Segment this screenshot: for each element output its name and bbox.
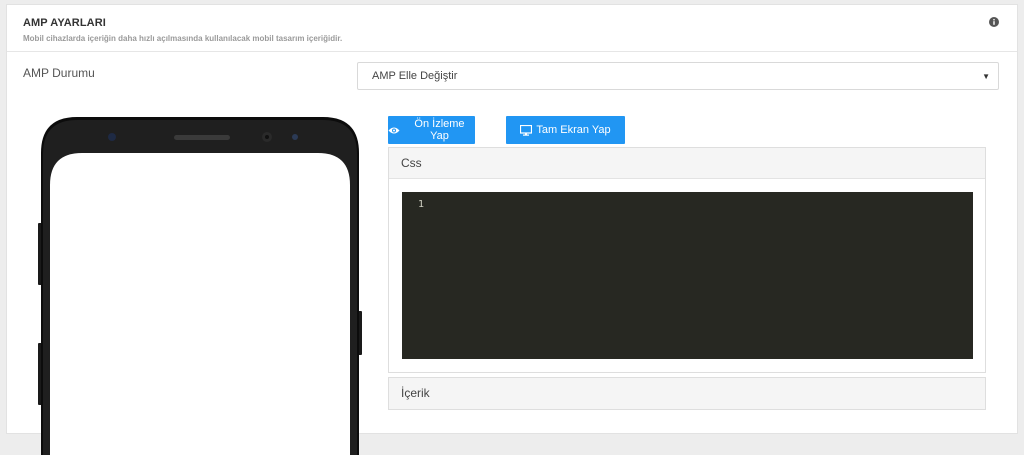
preview-button-label: Ön İzleme Yap (414, 118, 465, 142)
amp-settings-panel: AMP AYARLARI Mobil cihazlarda içeriğin d… (6, 4, 1018, 455)
page-title: AMP AYARLARI (23, 17, 106, 29)
panel-header: AMP AYARLARI Mobil cihazlarda içeriğin d… (7, 5, 1017, 52)
css-panel: Css 1 (388, 147, 986, 373)
chevron-down-icon: ▼ (982, 72, 990, 81)
amp-status-select[interactable]: AMP Elle Değiştir ▼ (357, 62, 999, 90)
content-panel-title: İçerik (401, 386, 430, 400)
amp-status-selected-value: AMP Elle Değiştir (372, 70, 458, 82)
monitor-icon (520, 124, 533, 136)
eye-icon (388, 127, 400, 133)
info-icon[interactable] (989, 17, 999, 27)
fullscreen-button[interactable]: Tam Ekran Yap (506, 116, 625, 144)
content-panel: İçerik (388, 377, 986, 410)
css-panel-header[interactable]: Css (389, 148, 985, 179)
preview-button[interactable]: Ön İzleme Yap (388, 116, 475, 144)
phone-preview (38, 117, 362, 455)
css-panel-title: Css (401, 156, 422, 170)
line-number: 1 (418, 199, 425, 210)
amp-status-label: AMP Durumu (23, 66, 95, 80)
page-subtitle: Mobil cihazlarda içeriğin daha hızlı açı… (23, 34, 343, 43)
fullscreen-button-label: Tam Ekran Yap (536, 124, 611, 136)
content-panel-header[interactable]: İçerik (389, 378, 985, 409)
css-code-editor[interactable]: 1 (402, 192, 973, 359)
